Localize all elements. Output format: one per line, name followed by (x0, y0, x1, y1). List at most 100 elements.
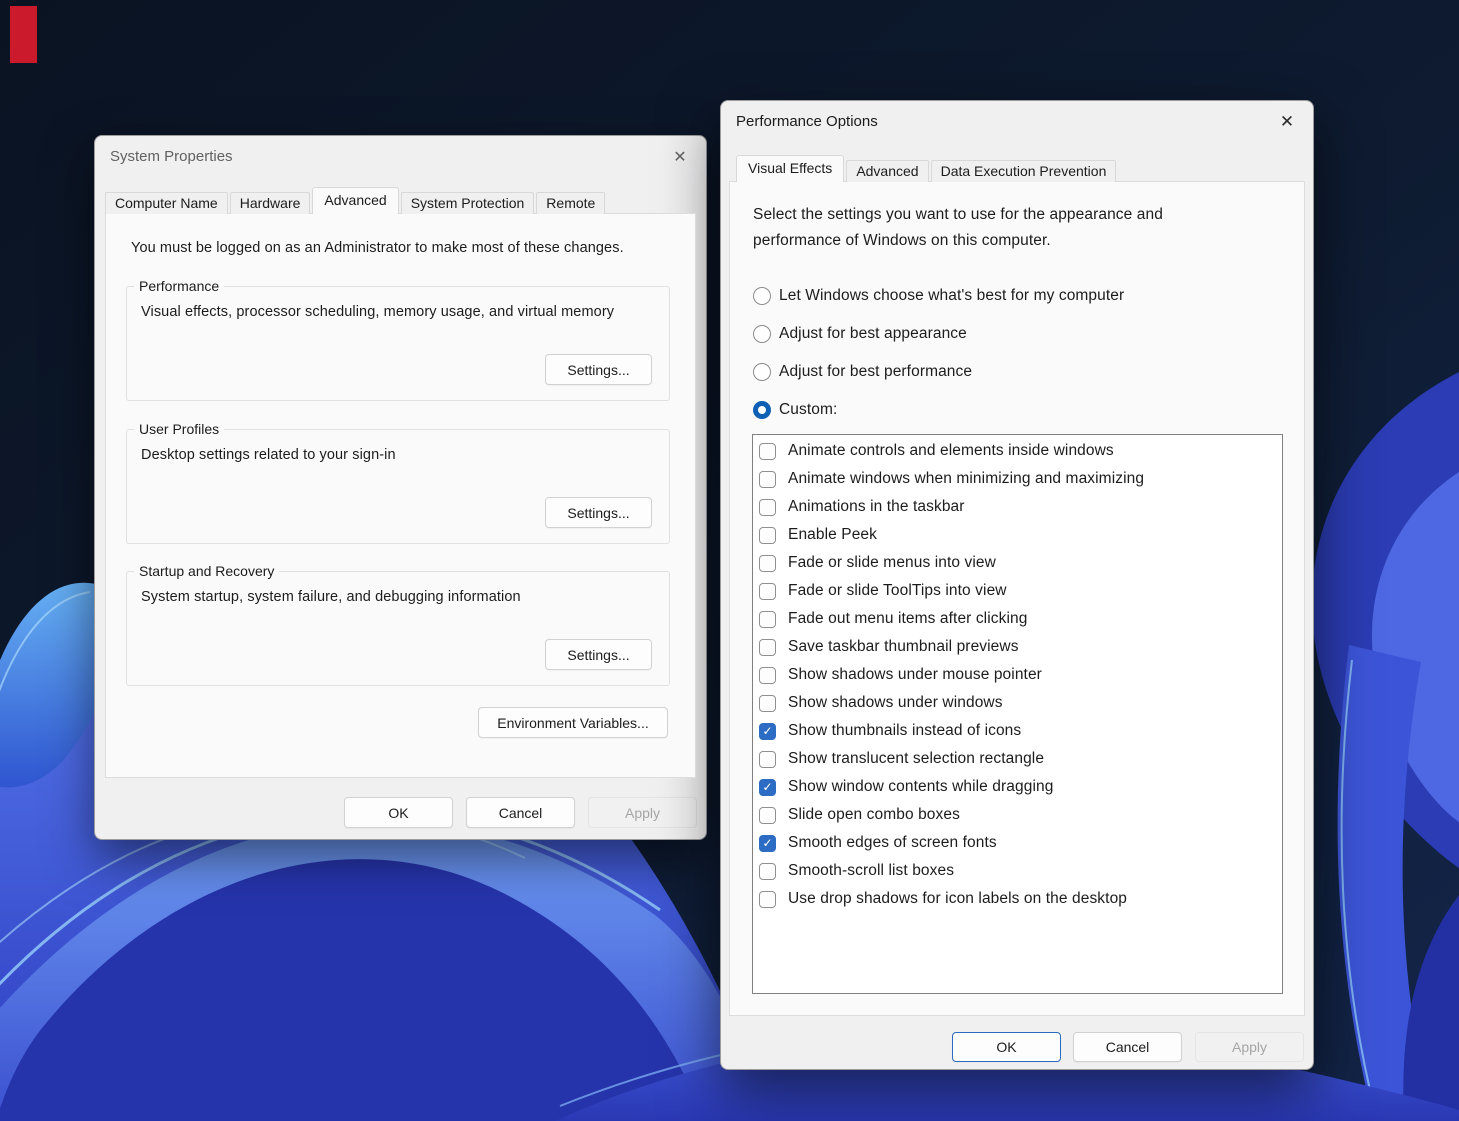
advanced-tab-page: You must be logged on as an Administrato… (105, 213, 696, 778)
checkbox-unchecked-icon[interactable] (759, 751, 776, 768)
radio-icon[interactable] (753, 401, 771, 419)
radio-let-windows-choose[interactable]: Let Windows choose what's best for my co… (753, 283, 1124, 309)
cancel-button[interactable]: Cancel (1073, 1032, 1182, 1062)
radio-label: Adjust for best performance (779, 363, 972, 381)
visual-effect-label: Show thumbnails instead of icons (788, 722, 1021, 740)
window-title: Performance Options (736, 101, 878, 143)
visual-effect-row[interactable]: Show shadows under mouse pointer (753, 661, 1282, 689)
checkbox-unchecked-icon[interactable] (759, 807, 776, 824)
visual-effect-label: Save taskbar thumbnail previews (788, 638, 1019, 656)
checkbox-checked-icon[interactable]: ✓ (759, 723, 776, 740)
radio-label: Let Windows choose what's best for my co… (779, 287, 1124, 305)
user-profiles-settings-button[interactable]: Settings... (545, 497, 652, 528)
group-description: Desktop settings related to your sign-in (141, 447, 396, 463)
visual-effect-row[interactable]: Animations in the taskbar (753, 493, 1282, 521)
performance-group: Performance Visual effects, processor sc… (126, 286, 670, 401)
cancel-button[interactable]: Cancel (466, 797, 575, 828)
admin-note: You must be logged on as an Administrato… (131, 240, 624, 256)
visual-effect-label: Use drop shadows for icon labels on the … (788, 890, 1127, 908)
tab-advanced[interactable]: Advanced (312, 187, 398, 214)
radio-icon[interactable] (753, 287, 771, 305)
apply-button[interactable]: Apply (588, 797, 697, 828)
checkbox-checked-icon[interactable]: ✓ (759, 835, 776, 852)
checkbox-unchecked-icon[interactable] (759, 667, 776, 684)
visual-effect-row[interactable]: Use drop shadows for icon labels on the … (753, 885, 1282, 913)
visual-effect-label: Show shadows under windows (788, 694, 1003, 712)
radio-icon[interactable] (753, 363, 771, 381)
apply-button[interactable]: Apply (1195, 1032, 1304, 1062)
visual-effect-label: Enable Peek (788, 526, 877, 544)
tab-data-execution-prevention[interactable]: Data Execution Prevention (931, 160, 1117, 182)
system-properties-tabs: Computer Name Hardware Advanced System P… (105, 188, 607, 214)
checkbox-unchecked-icon[interactable] (759, 555, 776, 572)
environment-variables-button[interactable]: Environment Variables... (478, 707, 668, 738)
group-label: Performance (134, 278, 224, 294)
performance-settings-button[interactable]: Settings... (545, 354, 652, 385)
performance-options-window: Performance Options ✕ Visual Effects Adv… (720, 100, 1314, 1070)
window-title: System Properties (110, 136, 233, 178)
group-label: Startup and Recovery (134, 563, 279, 579)
checkbox-unchecked-icon[interactable] (759, 471, 776, 488)
tab-computer-name[interactable]: Computer Name (105, 192, 228, 214)
group-description: System startup, system failure, and debu… (141, 589, 521, 605)
radio-custom[interactable]: Custom: (753, 397, 837, 423)
visual-effect-label: Show window contents while dragging (788, 778, 1053, 796)
performance-options-tabs: Visual Effects Advanced Data Execution P… (736, 156, 1118, 182)
startup-recovery-settings-button[interactable]: Settings... (545, 639, 652, 670)
checkbox-unchecked-icon[interactable] (759, 583, 776, 600)
visual-effect-row[interactable]: Smooth-scroll list boxes (753, 857, 1282, 885)
close-icon[interactable]: ✕ (668, 145, 692, 169)
visual-effect-row[interactable]: Fade or slide ToolTips into view (753, 577, 1282, 605)
group-description: Visual effects, processor scheduling, me… (141, 304, 614, 320)
checkbox-unchecked-icon[interactable] (759, 499, 776, 516)
performance-options-titlebar[interactable]: Performance Options ✕ (721, 101, 1313, 141)
close-icon[interactable]: ✕ (1275, 110, 1299, 134)
tab-advanced[interactable]: Advanced (846, 160, 928, 182)
visual-effect-row[interactable]: Fade or slide menus into view (753, 549, 1282, 577)
radio-best-appearance[interactable]: Adjust for best appearance (753, 321, 967, 347)
visual-effect-label: Show shadows under mouse pointer (788, 666, 1042, 684)
description-line: Select the settings you want to use for … (753, 202, 1163, 228)
visual-effect-row[interactable]: ✓ Show window contents while dragging (753, 773, 1282, 801)
radio-label: Adjust for best appearance (779, 325, 967, 343)
checkbox-unchecked-icon[interactable] (759, 863, 776, 880)
checkbox-unchecked-icon[interactable] (759, 891, 776, 908)
radio-best-performance[interactable]: Adjust for best performance (753, 359, 972, 385)
visual-effect-label: Fade out menu items after clicking (788, 610, 1027, 628)
visual-effects-list[interactable]: Animate controls and elements inside win… (752, 434, 1283, 994)
visual-effect-label: Smooth edges of screen fonts (788, 834, 997, 852)
group-label: User Profiles (134, 421, 224, 437)
visual-effect-row[interactable]: Show shadows under windows (753, 689, 1282, 717)
visual-effect-row[interactable]: ✓ Show thumbnails instead of icons (753, 717, 1282, 745)
checkbox-unchecked-icon[interactable] (759, 695, 776, 712)
checkbox-checked-icon[interactable]: ✓ (759, 779, 776, 796)
tab-remote[interactable]: Remote (536, 192, 605, 214)
description-line: performance of Windows on this computer. (753, 228, 1163, 254)
visual-effect-row[interactable]: Save taskbar thumbnail previews (753, 633, 1282, 661)
visual-effect-row[interactable]: Enable Peek (753, 521, 1282, 549)
visual-effect-row[interactable]: Animate windows when minimizing and maxi… (753, 465, 1282, 493)
visual-effect-label: Fade or slide ToolTips into view (788, 582, 1007, 600)
ok-button[interactable]: OK (344, 797, 453, 828)
checkbox-unchecked-icon[interactable] (759, 527, 776, 544)
radio-label: Custom: (779, 401, 837, 419)
visual-effect-row[interactable]: Slide open combo boxes (753, 801, 1282, 829)
recording-indicator (10, 6, 37, 63)
checkbox-unchecked-icon[interactable] (759, 639, 776, 656)
visual-effect-label: Fade or slide menus into view (788, 554, 996, 572)
visual-effect-row[interactable]: Show translucent selection rectangle (753, 745, 1282, 773)
tab-system-protection[interactable]: System Protection (401, 192, 535, 214)
radio-icon[interactable] (753, 325, 771, 343)
checkbox-unchecked-icon[interactable] (759, 443, 776, 460)
system-properties-titlebar[interactable]: System Properties ✕ (95, 136, 706, 176)
tab-hardware[interactable]: Hardware (230, 192, 311, 214)
startup-recovery-group: Startup and Recovery System startup, sys… (126, 571, 670, 686)
checkbox-unchecked-icon[interactable] (759, 611, 776, 628)
visual-effect-row[interactable]: Animate controls and elements inside win… (753, 437, 1282, 465)
ok-button[interactable]: OK (952, 1032, 1061, 1062)
tab-visual-effects[interactable]: Visual Effects (736, 155, 844, 182)
visual-effect-row[interactable]: Fade out menu items after clicking (753, 605, 1282, 633)
visual-effect-row[interactable]: ✓ Smooth edges of screen fonts (753, 829, 1282, 857)
visual-effects-tab-page: Select the settings you want to use for … (729, 181, 1305, 1016)
visual-effect-label: Show translucent selection rectangle (788, 750, 1044, 768)
